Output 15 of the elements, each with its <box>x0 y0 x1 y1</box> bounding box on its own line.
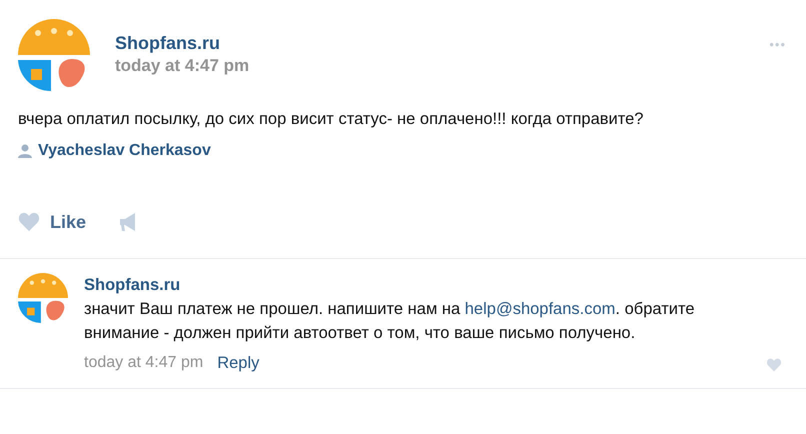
person-icon <box>18 144 32 158</box>
email-link[interactable]: help@shopfans.com <box>464 300 616 318</box>
shop-logo-icon <box>18 19 90 91</box>
author-name[interactable]: Shopfans.ru <box>115 31 744 55</box>
like-button[interactable]: Like <box>50 208 86 236</box>
reply-button[interactable]: Reply <box>217 351 260 376</box>
author-name[interactable]: Shopfans.ru <box>84 273 782 297</box>
comment-time: today at 4:47 pm <box>84 353 204 374</box>
heart-icon[interactable] <box>18 212 40 232</box>
shop-logo-icon <box>18 273 68 323</box>
post-time: today at 4:47 pm <box>115 55 250 77</box>
heart-icon[interactable] <box>766 358 782 372</box>
signer-name[interactable]: Vyacheslav Cherkasov <box>38 139 211 163</box>
post-text: вчера оплатил посылку, до сих пор висит статус- не оплачено!!! когда отправите? <box>18 109 644 130</box>
comment-text: значит Ваш платеж не прошел. напишите нам на help@shopfans.com. обратите внимание - должен прийти автоответ о том, что ваше письмо получено. <box>84 299 696 344</box>
